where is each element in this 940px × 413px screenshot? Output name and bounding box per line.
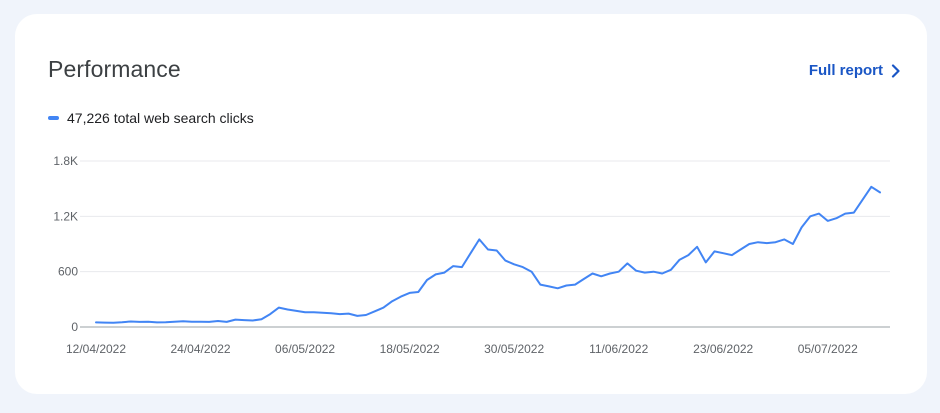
clicks-line-chart: 0 600 1.2K 1.8K 12/04/2022 24/04/2022 06/05/20…: [53, 154, 890, 356]
x-tick-label: 24/04/2022: [171, 342, 231, 356]
x-tick-label: 06/05/2022: [275, 342, 335, 356]
x-tick-label: 11/06/2022: [589, 342, 648, 356]
y-tick-label: 600: [58, 265, 78, 279]
y-tick-label: 1.8K: [53, 154, 78, 168]
y-tick-label: 0: [71, 320, 78, 334]
x-tick-label: 18/05/2022: [380, 342, 440, 356]
x-tick-label: 30/05/2022: [484, 342, 544, 356]
x-tick-label: 23/06/2022: [693, 342, 753, 356]
y-tick-label: 1.2K: [53, 209, 78, 223]
x-tick-label: 05/07/2022: [798, 342, 858, 356]
series-line-clicks: [95, 185, 881, 324]
x-tick-label: 12/04/2022: [66, 342, 126, 356]
